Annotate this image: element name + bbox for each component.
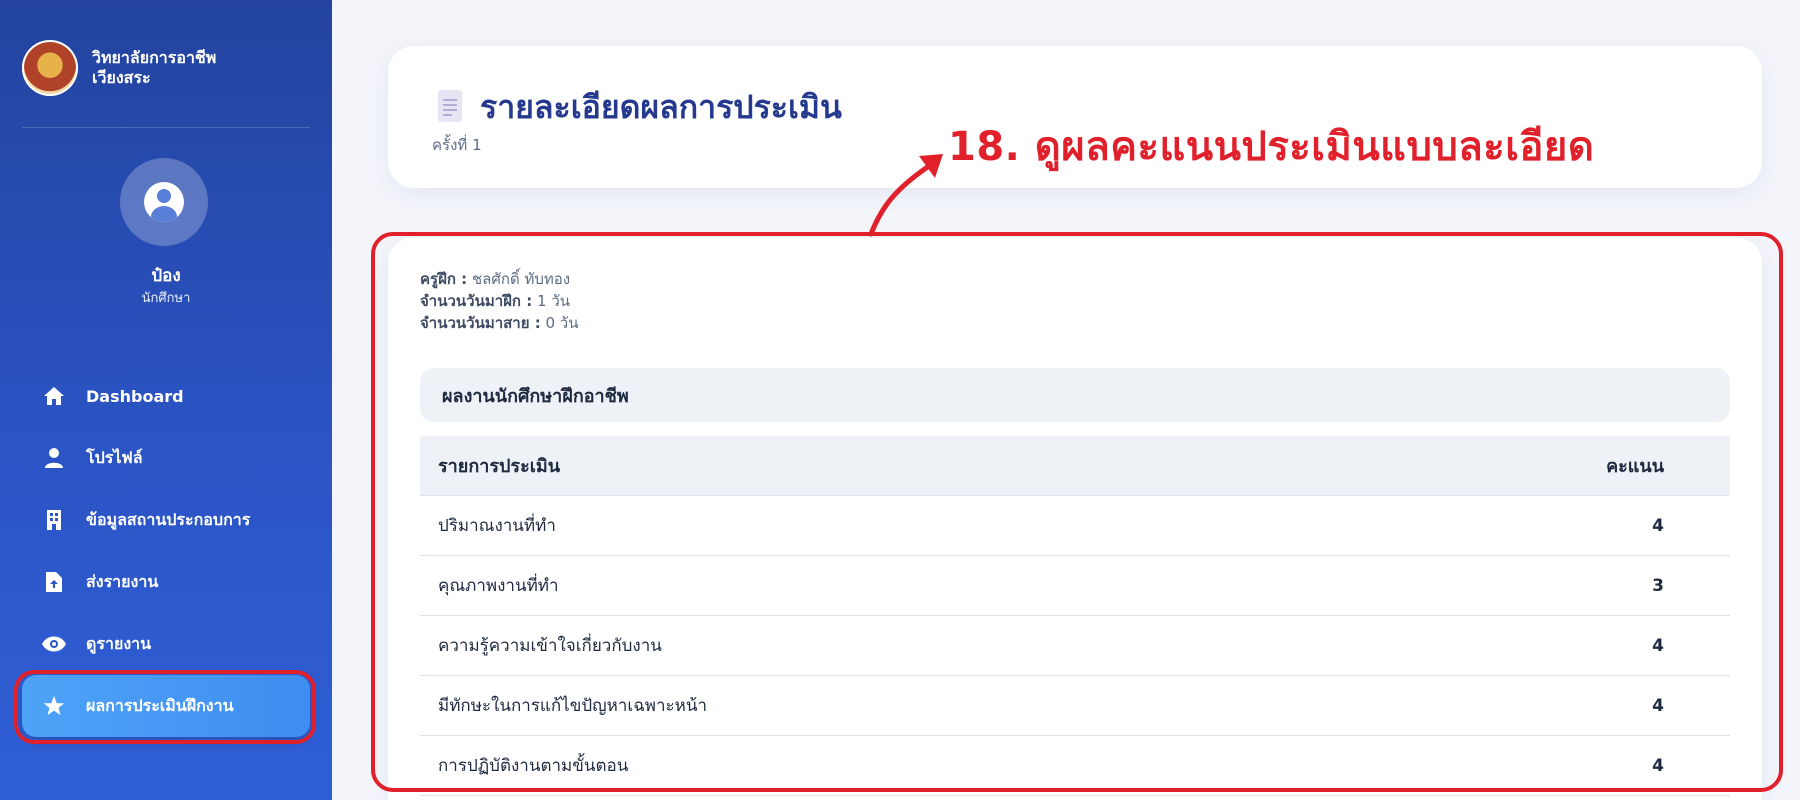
- annotation-label: 18. ดูผลคะแนนประเมินแบบละเอียด: [948, 124, 1595, 170]
- sidebar-item-view-report[interactable]: ดูรายงาน: [22, 613, 310, 675]
- page-title: รายละเอียดผลการประเมิน: [480, 88, 842, 126]
- brand[interactable]: วิทยาลัยการอาชีพเวียงสระ: [22, 28, 310, 128]
- sidebar-item-profile[interactable]: โปรไฟล์: [22, 427, 310, 489]
- sidebar-item-label: ดูรายงาน: [86, 633, 152, 653]
- sidebar-item-label: ข้อมูลสถานประกอบการ: [86, 509, 251, 529]
- user-circle-icon: [144, 182, 184, 222]
- brand-name: วิทยาลัยการอาชีพเวียงสระ: [92, 47, 217, 87]
- avatar: [120, 158, 208, 246]
- sidebar-item-company[interactable]: ข้อมูลสถานประกอบการ: [22, 489, 310, 551]
- building-icon: [42, 508, 66, 532]
- eye-icon: [42, 632, 66, 656]
- document-icon: [438, 90, 462, 122]
- sidebar-item-label: ส่งรายงาน: [86, 571, 159, 591]
- sidebar: วิทยาลัยการอาชีพเวียงสระ ป๋อง นักศึกษา D…: [0, 0, 332, 800]
- user-name: ป๋อง: [151, 266, 181, 286]
- home-icon: [42, 384, 66, 408]
- sidebar-item-submit-report[interactable]: ส่งรายงาน: [22, 551, 310, 613]
- sidebar-item-label: โปรไฟล์: [86, 447, 143, 467]
- user-role: นักศึกษา: [141, 291, 191, 306]
- college-logo: [22, 39, 78, 96]
- sidebar-item-label: Dashboard: [86, 386, 184, 406]
- user-icon: [42, 446, 66, 470]
- page-subtitle: ครั้งที่ 1: [432, 136, 482, 154]
- sidebar-item-dashboard[interactable]: Dashboard: [22, 365, 310, 427]
- annotation-highlight-content: [371, 232, 1783, 792]
- annotation-highlight-sidebar: [14, 670, 316, 744]
- file-upload-icon: [42, 570, 66, 594]
